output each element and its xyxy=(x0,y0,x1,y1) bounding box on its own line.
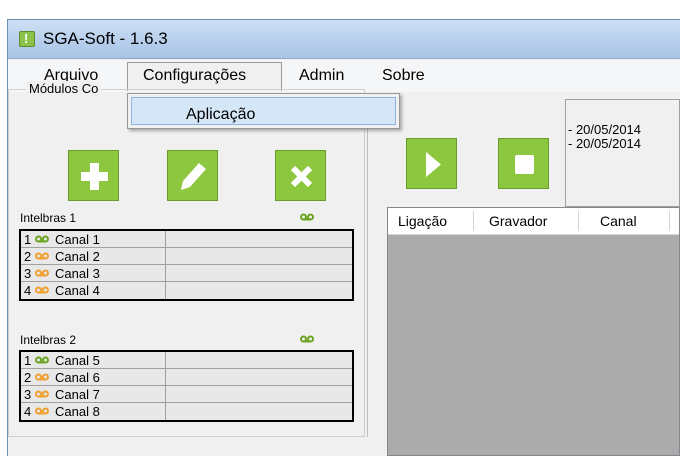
menu-sobre[interactable]: Sobre xyxy=(382,67,425,85)
tape-icon xyxy=(35,252,49,260)
app-icon xyxy=(19,31,35,47)
channel-row[interactable]: 1 Canal 1 xyxy=(21,231,352,248)
module-1-label: Intelbras 1 xyxy=(20,211,77,225)
log-box[interactable]: - 20/05/2014 - 20/05/2014 xyxy=(565,99,680,207)
channel-number: 3 xyxy=(24,266,32,281)
tape-icon xyxy=(35,286,49,294)
tape-icon xyxy=(35,390,49,398)
log-line: - 20/05/2014 xyxy=(568,136,642,151)
column-ligacao[interactable]: Ligação xyxy=(398,213,447,229)
channel-name: Canal 8 xyxy=(55,404,100,419)
edit-module-button[interactable] xyxy=(167,150,218,201)
menu-aplicacao[interactable]: Aplicação xyxy=(131,97,396,125)
channel-number: 1 xyxy=(24,232,32,247)
channel-name: Canal 1 xyxy=(55,232,100,247)
column-divider[interactable] xyxy=(669,211,670,231)
column-divider[interactable] xyxy=(578,211,579,231)
channel-row[interactable]: 4 Canal 8 xyxy=(21,403,352,420)
channel-number: 4 xyxy=(24,404,32,419)
modules-groupbox-label: Módulos Co xyxy=(26,81,102,96)
menu-bar: Arquivo Configurações Admin Sobre xyxy=(8,60,680,92)
channel-row[interactable]: 3 Canal 3 xyxy=(21,265,352,282)
column-gravador[interactable]: Gravador xyxy=(489,213,547,229)
channel-name: Canal 5 xyxy=(55,353,100,368)
tape-icon xyxy=(35,407,49,415)
title-bar[interactable]: SGA-Soft - 1.6.3 xyxy=(8,20,680,59)
cell-divider xyxy=(165,386,166,402)
tape-icon xyxy=(35,356,49,364)
channel-row[interactable]: 1 Canal 5 xyxy=(21,352,352,369)
channel-number: 3 xyxy=(24,387,32,402)
panel-splitter[interactable] xyxy=(367,110,372,437)
channel-row[interactable]: 4 Canal 4 xyxy=(21,282,352,299)
configuracoes-dropdown: Aplicação xyxy=(127,93,400,129)
module-2-label: Intelbras 2 xyxy=(20,333,77,347)
module-2-channel-grid: 1 Canal 5 2 Canal 6 3 Canal 7 4 Canal 8 xyxy=(19,350,354,422)
column-divider[interactable] xyxy=(473,211,474,231)
channel-name: Canal 4 xyxy=(55,283,100,298)
play-button[interactable] xyxy=(406,138,457,189)
cell-divider xyxy=(165,369,166,385)
cell-divider xyxy=(165,282,166,299)
channel-name: Canal 7 xyxy=(55,387,100,402)
delete-module-button[interactable] xyxy=(275,150,326,201)
tape-icon xyxy=(35,269,49,277)
log-line: - 20/05/2014 xyxy=(568,122,642,137)
channel-number: 2 xyxy=(24,370,32,385)
cell-divider xyxy=(165,265,166,281)
pencil-icon xyxy=(181,163,206,190)
channel-name: Canal 3 xyxy=(55,266,100,281)
channel-number: 1 xyxy=(24,353,32,368)
column-canal[interactable]: Canal xyxy=(600,213,637,229)
cell-divider xyxy=(165,352,166,368)
cell-divider xyxy=(165,248,166,264)
module-1-channel-grid: 1 Canal 1 2 Canal 2 3 Canal 3 4 Canal 4 xyxy=(19,229,354,301)
play-icon xyxy=(426,152,441,177)
channel-row[interactable]: 2 Canal 6 xyxy=(21,369,352,386)
menu-aplicacao-label: Aplicação xyxy=(186,106,256,123)
channel-name: Canal 6 xyxy=(55,370,100,385)
menu-admin[interactable]: Admin xyxy=(299,67,344,85)
add-module-button[interactable] xyxy=(68,150,119,201)
x-icon xyxy=(290,165,313,188)
channel-row[interactable]: 3 Canal 7 xyxy=(21,386,352,403)
cell-divider xyxy=(165,231,166,247)
plus-icon xyxy=(81,163,108,190)
stop-button[interactable] xyxy=(498,138,549,189)
tape-icon xyxy=(300,213,314,221)
table-header: Ligação Gravador Canal xyxy=(388,208,679,235)
tape-icon xyxy=(300,335,314,343)
channel-number: 4 xyxy=(24,283,32,298)
channel-row[interactable]: 2 Canal 2 xyxy=(21,248,352,265)
stop-icon xyxy=(515,155,534,174)
tape-icon xyxy=(35,235,49,243)
channel-number: 2 xyxy=(24,249,32,264)
menu-configuracoes[interactable]: Configurações xyxy=(143,67,246,85)
calls-table[interactable]: Ligação Gravador Canal xyxy=(387,207,680,456)
channel-name: Canal 2 xyxy=(55,249,100,264)
cell-divider xyxy=(165,403,166,420)
tape-icon xyxy=(35,373,49,381)
window-title: SGA-Soft - 1.6.3 xyxy=(43,29,168,48)
